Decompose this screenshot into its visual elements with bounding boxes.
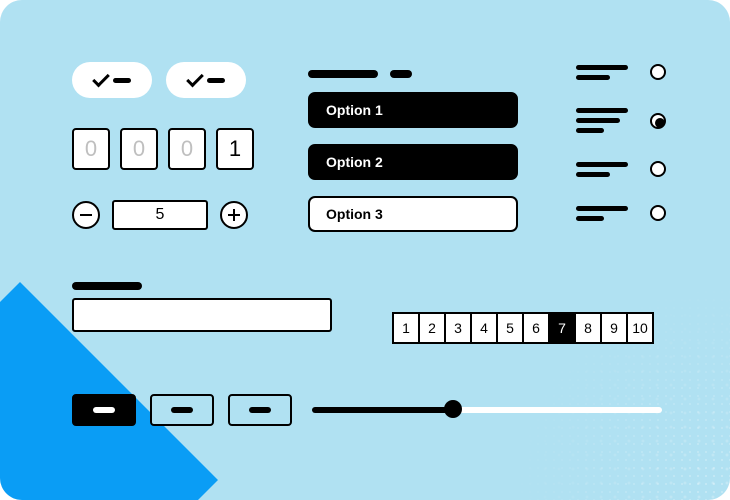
plus-icon (228, 209, 240, 221)
dash-icon (207, 78, 225, 83)
code-input: 0 0 0 1 (72, 128, 254, 170)
page-6[interactable]: 6 (522, 312, 550, 344)
radio-row[interactable] (576, 108, 666, 133)
toggle-pill-b[interactable] (166, 62, 246, 98)
code-digit-0[interactable]: 0 (72, 128, 110, 170)
option-row[interactable]: Option 3 (308, 196, 518, 232)
radio-dot[interactable] (650, 113, 666, 129)
page-7[interactable]: 7 (548, 312, 576, 344)
radio-text (576, 162, 628, 177)
radio-group (576, 64, 666, 221)
radio-dot[interactable] (650, 64, 666, 80)
radio-dot[interactable] (650, 161, 666, 177)
page-4[interactable]: 4 (470, 312, 498, 344)
secondary-button[interactable] (228, 394, 292, 426)
options-header (308, 70, 412, 78)
radio-row[interactable] (576, 161, 666, 177)
option-row[interactable]: Option 2 (308, 144, 518, 180)
option-label: Option 2 (326, 154, 383, 170)
radio-text (576, 108, 628, 133)
page-2[interactable]: 2 (418, 312, 446, 344)
page-1[interactable]: 1 (392, 312, 420, 344)
ui-kit-canvas: 0 0 0 1 5 Option 1 Option 2 Option 3 (0, 0, 730, 500)
button-label (249, 407, 271, 413)
slider-track-fill (312, 407, 452, 413)
option-label: Option 1 (326, 102, 383, 118)
radio-dot[interactable] (650, 205, 666, 221)
code-digit-3[interactable]: 1 (216, 128, 254, 170)
check-icon (92, 69, 110, 87)
page-9[interactable]: 9 (600, 312, 628, 344)
pagination: 1 2 3 4 5 6 7 8 9 10 (392, 312, 654, 344)
text-input[interactable] (72, 298, 332, 332)
secondary-button[interactable] (150, 394, 214, 426)
radio-row[interactable] (576, 64, 666, 80)
decrement-button[interactable] (72, 201, 100, 229)
minus-icon (80, 214, 92, 217)
radio-text (576, 206, 628, 221)
radio-text (576, 65, 628, 80)
text-field-group (72, 282, 332, 332)
option-label: Option 3 (326, 206, 383, 222)
primary-button[interactable] (72, 394, 136, 426)
slider-track-rest (452, 407, 662, 413)
decor-dash (390, 70, 412, 78)
page-5[interactable]: 5 (496, 312, 524, 344)
button-label (171, 407, 193, 413)
toggle-pill-a[interactable] (72, 62, 152, 98)
page-10[interactable]: 10 (626, 312, 654, 344)
option-row[interactable]: Option 1 (308, 92, 518, 128)
field-label (72, 282, 142, 290)
page-8[interactable]: 8 (574, 312, 602, 344)
button-label (93, 407, 115, 413)
slider[interactable] (312, 400, 662, 420)
decor-dash (308, 70, 378, 78)
radio-row[interactable] (576, 205, 666, 221)
quantity-stepper: 5 (72, 200, 248, 230)
dash-icon (113, 78, 131, 83)
code-digit-1[interactable]: 0 (120, 128, 158, 170)
option-list: Option 1 Option 2 Option 3 (308, 92, 518, 232)
code-digit-2[interactable]: 0 (168, 128, 206, 170)
button-row (72, 394, 292, 426)
page-3[interactable]: 3 (444, 312, 472, 344)
stepper-value[interactable]: 5 (112, 200, 208, 230)
slider-thumb[interactable] (444, 400, 462, 418)
check-icon (186, 69, 204, 87)
increment-button[interactable] (220, 201, 248, 229)
